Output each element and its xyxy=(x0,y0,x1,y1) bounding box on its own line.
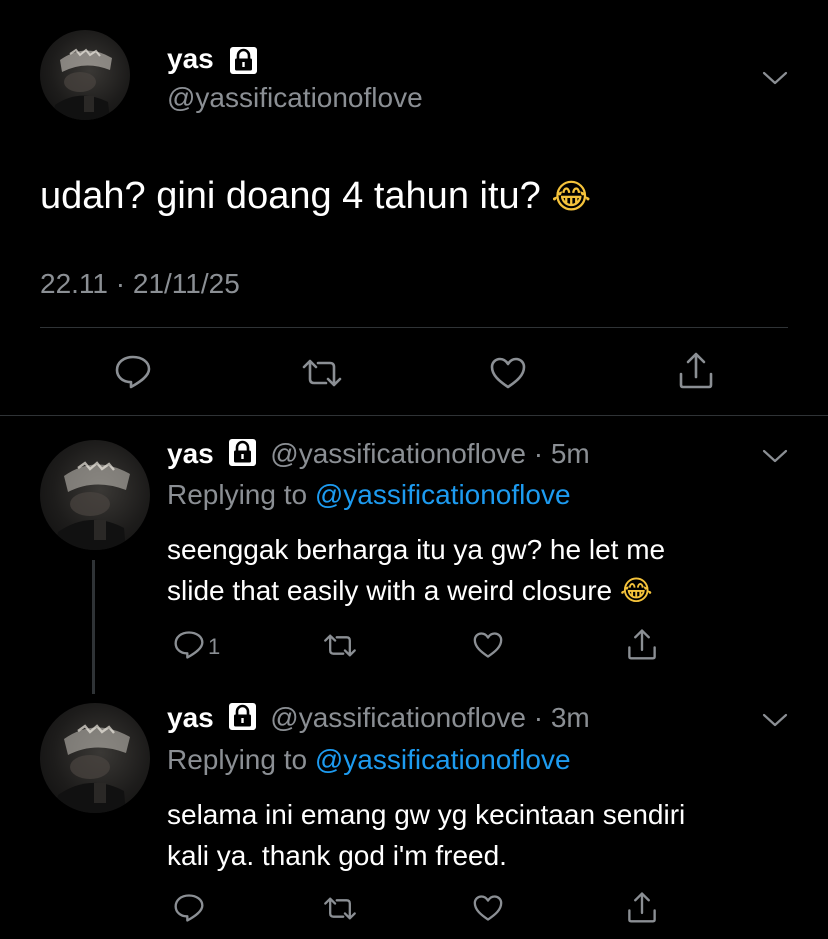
author-name[interactable]: yas xyxy=(167,43,214,75)
reply-icon[interactable] xyxy=(173,630,205,660)
reply-icon[interactable] xyxy=(114,354,152,390)
replying-to-label: Replying to xyxy=(167,479,308,510)
retweet-icon[interactable] xyxy=(300,358,344,388)
tweet-text: selama ini emang gw yg kecintaan sendiri… xyxy=(167,794,685,876)
laughing-emoji: 😂 xyxy=(619,574,653,607)
tweet-text-line: seenggak berharga itu ya gw? he let me xyxy=(167,534,666,565)
share-icon[interactable] xyxy=(677,350,715,390)
tweet-text-line-content: slide that easily with a weird closure xyxy=(167,575,613,606)
tweet-text: seenggak berharga itu ya gw? he let me s… xyxy=(167,529,665,611)
author-name[interactable]: yas xyxy=(167,438,214,469)
author-handle[interactable]: @yassificationoflove xyxy=(167,82,423,114)
replying-to-label: Replying to xyxy=(167,744,308,775)
lock-icon xyxy=(228,702,257,731)
chevron-down-icon[interactable] xyxy=(762,448,788,464)
heart-icon[interactable] xyxy=(472,894,504,922)
lock-icon xyxy=(228,438,257,467)
retweet-icon[interactable] xyxy=(322,896,358,921)
retweet-icon[interactable] xyxy=(322,633,358,658)
heart-icon[interactable] xyxy=(472,631,504,659)
author-handle[interactable]: @yassificationoflove xyxy=(270,702,526,733)
tweet-timestamp[interactable]: 22.11 · 21/11/25 xyxy=(40,268,240,300)
tweet-text-content: udah? gini doang 4 tahun itu? xyxy=(40,175,541,217)
tweet-text-line: kali ya. thank god i'm freed. xyxy=(167,840,507,871)
thread-line xyxy=(92,560,95,694)
reply-time: · 3m xyxy=(533,702,590,733)
reply-icon[interactable] xyxy=(173,893,205,923)
share-icon[interactable] xyxy=(626,627,658,661)
author-handle[interactable]: @yassificationoflove xyxy=(270,438,526,469)
replying-to-link[interactable]: @yassificationoflove xyxy=(315,744,571,775)
reply-count: 1 xyxy=(208,634,221,659)
chevron-down-icon[interactable] xyxy=(762,712,788,728)
laughing-emoji: 😂 xyxy=(551,177,592,217)
lock-icon xyxy=(229,46,258,75)
replying-to-link[interactable]: @yassificationoflove xyxy=(315,479,571,510)
reply-avatar[interactable] xyxy=(40,440,150,550)
reply-avatar[interactable] xyxy=(40,703,150,813)
divider xyxy=(40,327,788,328)
avatar[interactable] xyxy=(40,30,130,120)
replying-to: Replying to @yassificationoflove xyxy=(167,479,571,511)
author-name[interactable]: yas xyxy=(167,702,214,733)
author-name-text[interactable]: yas xyxy=(167,43,214,74)
tweet-text: udah? gini doang 4 tahun itu? 😂 xyxy=(40,172,591,221)
heart-icon[interactable] xyxy=(489,356,527,390)
section-divider xyxy=(0,415,828,416)
replying-to: Replying to @yassificationoflove xyxy=(167,744,571,776)
chevron-down-icon[interactable] xyxy=(762,70,788,86)
reply-header: yas @yassificationoflove · 3m xyxy=(167,702,590,734)
tweet-text-line: slide that easily with a weird closure 😂 xyxy=(167,570,665,611)
share-icon[interactable] xyxy=(626,890,658,924)
tweet-text-line: selama ini emang gw yg kecintaan sendiri xyxy=(167,799,686,830)
reply-header: yas @yassificationoflove · 5m xyxy=(167,438,590,470)
reply-time: · 5m xyxy=(533,438,590,469)
